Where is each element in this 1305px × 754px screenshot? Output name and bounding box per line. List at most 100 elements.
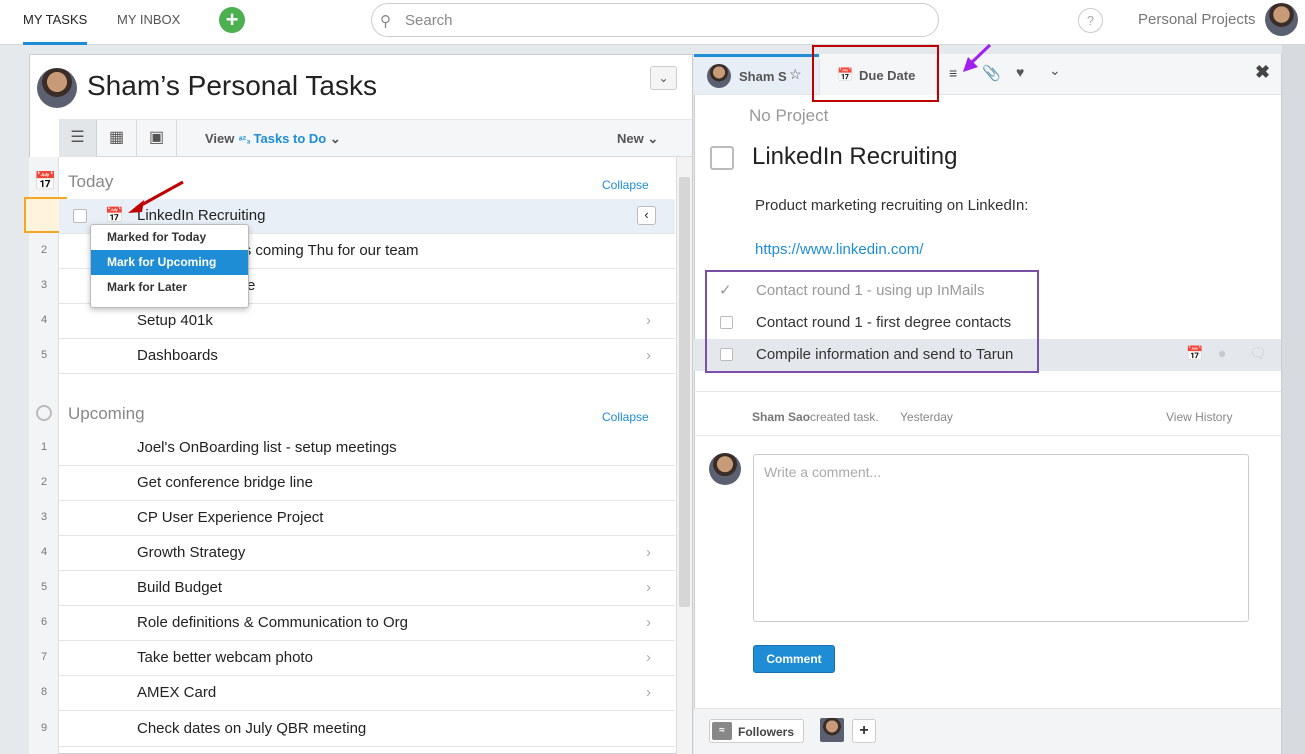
upcoming-circle-icon [36,405,52,421]
chevron-left-icon[interactable]: ‹ [637,206,656,225]
task-row[interactable]: Check dates on July QBR meeting [59,712,675,747]
row-number: 9 [40,722,48,734]
project-avatar [37,68,77,108]
menu-item-marked-today[interactable]: Marked for Today [91,225,248,250]
follower-avatar[interactable] [820,718,844,742]
row-number: 6 [40,616,48,628]
chevron-right-icon[interactable]: › [646,536,651,570]
add-follower-icon[interactable]: + [852,719,876,743]
add-icon[interactable]: + [219,7,245,33]
description-link[interactable]: https://www.linkedin.com/ [755,241,923,258]
view-filter-value: Tasks to Do [253,131,327,146]
task-title: Dashboards [137,347,218,364]
task-row[interactable]: Take better webcam photo › [59,641,675,676]
task-row[interactable]: Growth Strategy › [59,536,675,571]
list-view-icon[interactable]: ☰ [59,120,97,157]
chevron-down-icon[interactable]: ⌄ [650,66,677,90]
row-number: 3 [40,511,48,523]
task-row[interactable]: Role definitions & Communication to Org › [59,606,675,641]
chevron-right-icon[interactable]: › [646,339,651,373]
assignee-name: Sham S [739,69,787,84]
task-row[interactable]: Setup 401k › [59,304,675,339]
scrollbar-thumb[interactable] [679,177,690,607]
workspace-name[interactable]: Personal Projects [1138,11,1256,28]
top-bar: MY TASKS MY INBOX + ⚲ Search ? Personal … [0,0,1305,45]
task-title: Take better webcam photo [137,649,313,666]
task-row[interactable]: Joel's OnBoarding list - setup meetings [59,431,675,466]
help-icon[interactable]: ? [1078,8,1103,33]
comment-button[interactable]: Comment [753,645,835,673]
calendar-view-icon[interactable]: ▦ [97,120,137,157]
task-title: CP User Experience Project [137,509,324,526]
close-icon[interactable]: ✖ [1255,62,1270,83]
chevron-down-icon[interactable]: ⌄ [1049,62,1061,79]
menu-item-mark-upcoming[interactable]: Mark for Upcoming [91,250,248,275]
tab-my-inbox[interactable]: MY INBOX [117,0,180,45]
user-avatar[interactable] [1265,3,1298,36]
task-row[interactable]: AMEX Card › [59,676,675,711]
section-header-upcoming: Upcoming [68,404,145,423]
page-title: Sham’s Personal Tasks [87,70,377,101]
sort-icon: ᵃ²₃ [239,135,254,146]
activity-row: Sham Sao created task. Yesterday View Hi… [694,391,1281,436]
row-number: 2 [40,244,48,256]
subtasks-icon[interactable]: ≡ [949,65,957,81]
task-title[interactable]: LinkedIn Recruiting [752,143,957,171]
view-filter-dropdown[interactable]: ᵃ²₃ Tasks to Do ⌄ [239,131,341,147]
collapse-upcoming-link[interactable]: Collapse [602,410,649,424]
commenter-avatar [709,453,741,485]
task-row[interactable]: Get conference bridge line [59,466,675,501]
activity-time: Yesterday [900,410,953,424]
row-number: 8 [40,686,48,698]
today-star-icon: ☆ [789,66,802,82]
row-number: 1 [40,441,48,453]
today-calendar-icon: 📅 [34,171,57,191]
comment-input[interactable]: Write a comment... [753,454,1249,622]
project-selector[interactable]: No Project [749,106,828,126]
person-icon[interactable]: ● [1218,345,1226,361]
row-number: 4 [40,314,48,326]
search-placeholder: Search [405,12,453,29]
task-row[interactable]: Dashboards › [59,339,675,374]
task-title: Role definitions & Communication to Org [137,614,408,631]
assignee-button[interactable]: Sham S ☆ [694,54,819,94]
collapse-today-link[interactable]: Collapse [602,178,649,192]
chevron-right-icon[interactable]: › [646,304,651,338]
list-scrollbar[interactable] [676,157,692,754]
row-number: 7 [40,651,48,663]
chevron-right-icon[interactable]: › [646,676,651,710]
chevron-right-icon[interactable]: › [646,606,651,640]
section-header-today: Today [68,172,114,191]
annotation-box-subtasks [705,270,1039,373]
activity-author[interactable]: Sham Sao [752,410,810,424]
row-number: 5 [40,349,48,361]
row-number: 5 [40,581,48,593]
task-description[interactable]: Product marketing recruiting on LinkedIn… [755,197,1028,214]
task-row[interactable]: Build Budget › [59,571,675,606]
search-input[interactable]: ⚲ Search [371,3,939,37]
comment-icon[interactable]: 🗨 [1249,345,1267,362]
search-icon: ⚲ [380,13,391,30]
chevron-right-icon[interactable]: › [646,571,651,605]
chevron-right-icon[interactable]: › [646,641,651,675]
tab-my-tasks[interactable]: MY TASKS [23,0,88,45]
task-checkbox[interactable] [73,209,87,223]
task-row[interactable]: CP User Experience Project [59,501,675,536]
task-title: AMEX Card [137,684,217,701]
row-number: 2 [40,476,48,488]
complete-checkbox[interactable] [710,146,734,170]
followers-button[interactable]: ≈ Followers [709,719,804,743]
new-dropdown[interactable]: New ⌄ [617,131,658,147]
annotation-arrow-red [128,180,184,213]
task-title: Check dates on July QBR meeting [137,720,367,737]
page-scrollbar[interactable] [1282,45,1305,754]
calendar-icon[interactable]: 📅 [1186,345,1203,362]
menu-item-mark-later[interactable]: Mark for Later [91,275,248,300]
view-toolbar: ☰ ▦ ▣ View ᵃ²₃ Tasks to Do ⌄ New ⌄ [59,119,692,157]
heart-icon[interactable]: ♥ [1016,64,1024,80]
row-number: 4 [40,546,48,558]
row-number: 3 [40,279,48,291]
image-view-icon[interactable]: ▣ [137,120,177,157]
view-history-link[interactable]: View History [1166,410,1232,424]
schedule-context-menu: Marked for Today Mark for Upcoming Mark … [90,224,249,308]
